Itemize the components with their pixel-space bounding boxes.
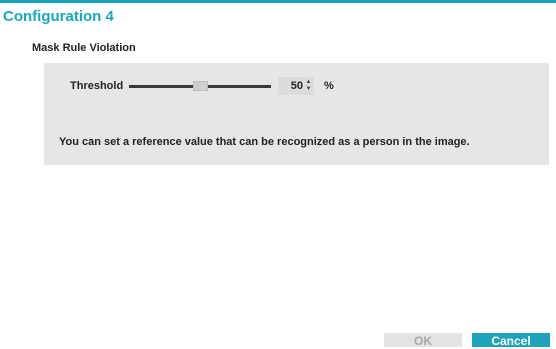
settings-panel: Threshold 50 ▲ ▼ % You can set a referen…: [44, 63, 549, 165]
section-title: Mask Rule Violation: [32, 42, 136, 54]
dialog-top-border: [0, 0, 556, 3]
threshold-unit: %: [324, 80, 334, 92]
threshold-description: You can set a reference value that can b…: [59, 136, 470, 148]
spin-up-icon[interactable]: ▲: [305, 79, 312, 85]
threshold-value[interactable]: 50: [291, 80, 303, 92]
slider-handle[interactable]: [193, 81, 208, 91]
threshold-label: Threshold: [70, 80, 124, 92]
spin-down-icon[interactable]: ▼: [305, 86, 312, 92]
threshold-spinbox[interactable]: 50 ▲ ▼: [278, 77, 314, 95]
dialog-title: Configuration 4: [3, 8, 114, 25]
threshold-slider[interactable]: [129, 79, 271, 93]
